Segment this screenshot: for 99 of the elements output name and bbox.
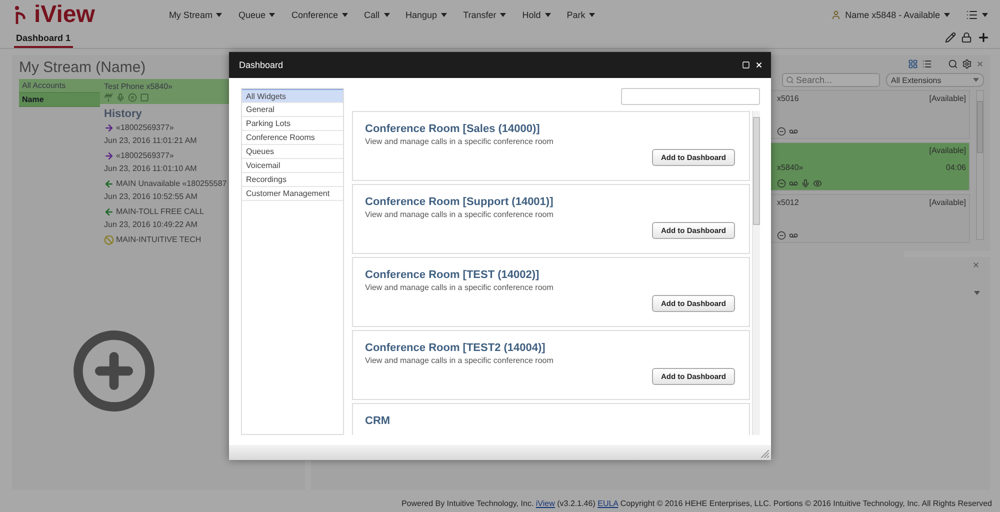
- grid-view-icon[interactable]: [908, 59, 918, 69]
- search-field[interactable]: [621, 88, 760, 105]
- accounts-header: All Accounts: [19, 79, 100, 93]
- search-input[interactable]: Search...: [796, 75, 866, 85]
- history-caller: MAIN Unavailable «180255587: [116, 179, 227, 188]
- menu-item[interactable]: Queue: [238, 10, 276, 20]
- search-field[interactable]: Search...: [782, 73, 880, 87]
- caret-icon: [544, 13, 551, 17]
- voicemail-icon[interactable]: [789, 127, 798, 136]
- pause-icon[interactable]: [128, 93, 137, 102]
- category-item[interactable]: Queues: [242, 145, 343, 159]
- caret-icon: [441, 13, 448, 17]
- menu-item[interactable]: Park: [566, 10, 596, 20]
- minus-circle-icon[interactable]: [777, 231, 786, 240]
- user-status-menu[interactable]: Name x5848 - Available: [831, 10, 950, 20]
- extension-status: [Available]: [929, 198, 966, 207]
- category-item[interactable]: Recordings: [242, 173, 343, 187]
- widget-card-title: Conference Room [TEST2 (14004)]: [365, 342, 546, 354]
- voicemail-icon[interactable]: [789, 179, 798, 188]
- mic-icon[interactable]: [801, 179, 810, 188]
- history-title: History: [104, 108, 142, 120]
- caret-icon: [384, 13, 390, 17]
- history-caller: MAIN-INTUITIVE TECH: [116, 235, 202, 244]
- widget-card-title: Conference Room [TEST (14002)]: [365, 269, 540, 281]
- category-item[interactable]: All Widgets: [242, 89, 343, 103]
- category-item[interactable]: Conference Rooms: [242, 131, 343, 145]
- widget-card-description: View and manage calls in a specific conference room: [365, 283, 554, 292]
- widget-title: My Stream (Name): [19, 59, 146, 76]
- extension-number: x5012: [777, 198, 799, 207]
- maximize-icon[interactable]: [742, 61, 750, 69]
- history-time: Jun 23, 2016 10:52:55 AM: [104, 192, 198, 201]
- search-icon[interactable]: [948, 59, 958, 69]
- widget-card-description: View and manage calls in a specific conference room: [365, 137, 554, 146]
- caret-icon: [500, 13, 506, 17]
- name-header: Name: [19, 93, 100, 107]
- category-item[interactable]: Parking Lots: [242, 117, 343, 131]
- caret-icon: [974, 291, 980, 295]
- add-widget-icon[interactable]: [71, 328, 157, 414]
- arrow-right-icon: [104, 123, 114, 133]
- extension-number: x5016: [777, 94, 799, 103]
- menu-item[interactable]: Call: [364, 10, 390, 20]
- resize-grip-icon[interactable]: [761, 450, 769, 458]
- minus-circle-icon[interactable]: [777, 127, 786, 136]
- logo-icon: [14, 5, 26, 25]
- dashboard-tab[interactable]: Dashboard 1: [14, 33, 73, 48]
- footer-link[interactable]: iView: [536, 498, 555, 508]
- category-item[interactable]: General: [242, 103, 343, 117]
- menu-item[interactable]: Transfer: [463, 10, 506, 20]
- settings-icon[interactable]: [962, 59, 972, 69]
- search-icon: [786, 76, 794, 84]
- history-time: Jun 23, 2016 11:01:10 AM: [104, 164, 197, 173]
- caret-icon: [982, 13, 988, 17]
- history-caller: «18002569377»: [116, 123, 174, 132]
- history-caller: MAIN-TOLL FREE CALL: [116, 207, 204, 216]
- scrollbar[interactable]: [752, 111, 760, 435]
- caret-icon: [269, 13, 276, 17]
- call-timer: 04:06: [946, 162, 966, 172]
- menu-item[interactable]: Hold: [522, 10, 551, 20]
- arrow-right-icon: [104, 151, 114, 161]
- blocked-icon: [104, 235, 114, 245]
- list-view-icon[interactable]: [922, 59, 932, 69]
- widget-card-title: Conference Room [Sales (14000)]: [365, 123, 541, 135]
- footer-text: Powered By Intuitive Technology, Inc. iView (v3.2.1.46) EULA Copyright © 2016 HEHE Enterprises, LLC. Portions © 2016 Intuitive Technology, Inc. All Rights Reserved: [401, 498, 992, 508]
- scrollbar[interactable]: [976, 90, 984, 240]
- category-item[interactable]: Customer Management: [242, 187, 343, 201]
- caret-icon: [973, 78, 979, 82]
- caret-icon: [342, 13, 348, 17]
- dialog-title: Dashboard: [239, 60, 284, 70]
- extensions-filter[interactable]: All Extensions: [886, 73, 984, 87]
- arrow-left-icon: [104, 207, 114, 217]
- mic-icon[interactable]: [116, 93, 125, 102]
- voicemail-icon[interactable]: [789, 231, 798, 240]
- extension-status: [Available]: [929, 94, 966, 103]
- caret-icon: [944, 13, 950, 17]
- menu-item[interactable]: Conference: [291, 10, 348, 20]
- lock-icon[interactable]: [961, 32, 972, 43]
- phone-name: Test Phone x5840»: [104, 82, 174, 91]
- category-item[interactable]: Voicemail: [242, 159, 343, 173]
- footer-link[interactable]: EULA: [598, 498, 618, 508]
- minus-circle-icon[interactable]: [777, 179, 786, 188]
- extension-number: x5840»: [777, 162, 804, 172]
- edit-icon[interactable]: [945, 32, 956, 43]
- history-time: Jun 23, 2016 10:49:22 AM: [104, 220, 198, 229]
- history-caller: «18002569377»: [116, 151, 174, 160]
- eye-icon[interactable]: [813, 179, 822, 188]
- caret-icon: [589, 13, 596, 17]
- widget-card-title: CRM: [365, 415, 392, 427]
- menu-item[interactable]: My Stream: [168, 10, 222, 20]
- caret-icon: [216, 13, 222, 17]
- widget-card-title: Conference Room [Support (14001)]: [365, 196, 554, 208]
- arrow-left-icon: [104, 179, 114, 189]
- widget-card-description: View and manage calls in a specific conference room: [365, 210, 554, 219]
- history-time: Jun 23, 2016 11:01:21 AM: [104, 136, 197, 145]
- add-icon[interactable]: [977, 31, 990, 44]
- menu-item[interactable]: Hangup: [406, 10, 448, 20]
- widget-card-description: View and manage calls in a specific conference room: [365, 356, 554, 365]
- app-logo: iView: [34, 1, 95, 29]
- person-icon: [831, 10, 842, 20]
- extension-status: [Available]: [929, 146, 966, 155]
